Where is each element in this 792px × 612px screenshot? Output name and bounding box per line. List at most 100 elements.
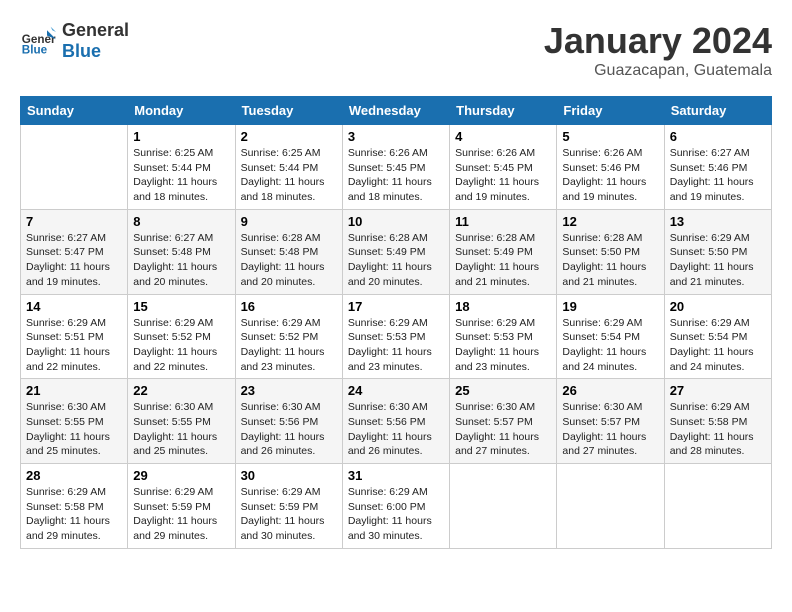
week-row-3: 14Sunrise: 6:29 AM Sunset: 5:51 PM Dayli… (21, 294, 772, 379)
calendar-cell: 4 Sunrise: 6:26 AM Sunset: 5:45 PM Daylig… (450, 125, 557, 210)
calendar-cell: 9 Sunrise: 6:28 AM Sunset: 5:48 PM Daylig… (235, 209, 342, 294)
day-number: 26 (562, 383, 658, 398)
day-info: Sunrise: 6:29 AM Sunset: 5:52 PM Dayligh… (133, 316, 229, 375)
page-header: General Blue General Blue January 2024 G… (20, 20, 772, 80)
day-number: 6 (670, 129, 766, 144)
day-info: Sunrise: 6:29 AM Sunset: 5:53 PM Dayligh… (455, 316, 551, 375)
calendar-cell (450, 464, 557, 549)
day-number: 8 (133, 214, 229, 229)
day-number: 19 (562, 299, 658, 314)
day-number: 23 (241, 383, 337, 398)
day-info: Sunrise: 6:29 AM Sunset: 5:59 PM Dayligh… (241, 485, 337, 544)
day-info: Sunrise: 6:30 AM Sunset: 5:57 PM Dayligh… (562, 400, 658, 459)
day-info: Sunrise: 6:28 AM Sunset: 5:50 PM Dayligh… (562, 231, 658, 290)
calendar-cell: 18 Sunrise: 6:29 AM Sunset: 5:53 PM Dayli… (450, 294, 557, 379)
week-row-1: 1 Sunrise: 6:25 AM Sunset: 5:44 PM Daylig… (21, 125, 772, 210)
day-info: Sunrise: 6:26 AM Sunset: 5:45 PM Dayligh… (455, 146, 551, 205)
day-number: 2 (241, 129, 337, 144)
calendar-cell: 6 Sunrise: 6:27 AM Sunset: 5:46 PM Daylig… (664, 125, 771, 210)
day-number: 1 (133, 129, 229, 144)
calendar-cell: 11 Sunrise: 6:28 AM Sunset: 5:49 PM Dayli… (450, 209, 557, 294)
logo-general: General (62, 20, 129, 41)
calendar-cell: 14Sunrise: 6:29 AM Sunset: 5:51 PM Dayli… (21, 294, 128, 379)
day-info: Sunrise: 6:29 AM Sunset: 5:52 PM Dayligh… (241, 316, 337, 375)
day-info: Sunrise: 6:29 AM Sunset: 5:59 PM Dayligh… (133, 485, 229, 544)
week-row-4: 21Sunrise: 6:30 AM Sunset: 5:55 PM Dayli… (21, 379, 772, 464)
calendar-cell: 2 Sunrise: 6:25 AM Sunset: 5:44 PM Daylig… (235, 125, 342, 210)
calendar-cell: 21Sunrise: 6:30 AM Sunset: 5:55 PM Dayli… (21, 379, 128, 464)
day-info: Sunrise: 6:29 AM Sunset: 5:54 PM Dayligh… (562, 316, 658, 375)
calendar-cell: 29Sunrise: 6:29 AM Sunset: 5:59 PM Dayli… (128, 464, 235, 549)
day-info: Sunrise: 6:25 AM Sunset: 5:44 PM Dayligh… (241, 146, 337, 205)
calendar-cell: 28Sunrise: 6:29 AM Sunset: 5:58 PM Dayli… (21, 464, 128, 549)
calendar-cell: 13 Sunrise: 6:29 AM Sunset: 5:50 PM Dayli… (664, 209, 771, 294)
day-info: Sunrise: 6:29 AM Sunset: 5:50 PM Dayligh… (670, 231, 766, 290)
calendar-table: SundayMondayTuesdayWednesdayThursdayFrid… (20, 96, 772, 549)
day-info: Sunrise: 6:26 AM Sunset: 5:46 PM Dayligh… (562, 146, 658, 205)
day-number: 11 (455, 214, 551, 229)
calendar-cell: 7Sunrise: 6:27 AM Sunset: 5:47 PM Daylig… (21, 209, 128, 294)
day-info: Sunrise: 6:30 AM Sunset: 5:56 PM Dayligh… (348, 400, 444, 459)
day-info: Sunrise: 6:29 AM Sunset: 6:00 PM Dayligh… (348, 485, 444, 544)
calendar-cell: 23 Sunrise: 6:30 AM Sunset: 5:56 PM Dayli… (235, 379, 342, 464)
day-number: 12 (562, 214, 658, 229)
calendar-cell: 22 Sunrise: 6:30 AM Sunset: 5:55 PM Dayli… (128, 379, 235, 464)
day-header-wednesday: Wednesday (342, 97, 449, 125)
calendar-cell: 10Sunrise: 6:28 AM Sunset: 5:49 PM Dayli… (342, 209, 449, 294)
title-area: January 2024 Guazacapan, Guatemala (544, 20, 772, 80)
logo-icon: General Blue (20, 23, 56, 59)
day-info: Sunrise: 6:29 AM Sunset: 5:54 PM Dayligh… (670, 316, 766, 375)
day-number: 4 (455, 129, 551, 144)
day-number: 13 (670, 214, 766, 229)
calendar-cell (557, 464, 664, 549)
day-info: Sunrise: 6:29 AM Sunset: 5:51 PM Dayligh… (26, 316, 122, 375)
day-number: 15 (133, 299, 229, 314)
calendar-cell: 20 Sunrise: 6:29 AM Sunset: 5:54 PM Dayli… (664, 294, 771, 379)
day-number: 22 (133, 383, 229, 398)
calendar-cell: 26 Sunrise: 6:30 AM Sunset: 5:57 PM Dayli… (557, 379, 664, 464)
calendar-cell: 8Sunrise: 6:27 AM Sunset: 5:48 PM Daylig… (128, 209, 235, 294)
day-header-saturday: Saturday (664, 97, 771, 125)
day-info: Sunrise: 6:28 AM Sunset: 5:49 PM Dayligh… (455, 231, 551, 290)
day-info: Sunrise: 6:30 AM Sunset: 5:56 PM Dayligh… (241, 400, 337, 459)
month-title: January 2024 (544, 20, 772, 62)
calendar-cell: 1 Sunrise: 6:25 AM Sunset: 5:44 PM Daylig… (128, 125, 235, 210)
day-info: Sunrise: 6:29 AM Sunset: 5:58 PM Dayligh… (26, 485, 122, 544)
calendar-cell: 24 Sunrise: 6:30 AM Sunset: 5:56 PM Dayli… (342, 379, 449, 464)
day-header-friday: Friday (557, 97, 664, 125)
day-number: 18 (455, 299, 551, 314)
day-info: Sunrise: 6:30 AM Sunset: 5:57 PM Dayligh… (455, 400, 551, 459)
day-info: Sunrise: 6:25 AM Sunset: 5:44 PM Dayligh… (133, 146, 229, 205)
calendar-cell (21, 125, 128, 210)
calendar-cell: 5 Sunrise: 6:26 AM Sunset: 5:46 PM Daylig… (557, 125, 664, 210)
day-number: 9 (241, 214, 337, 229)
day-info: Sunrise: 6:28 AM Sunset: 5:49 PM Dayligh… (348, 231, 444, 290)
day-info: Sunrise: 6:30 AM Sunset: 5:55 PM Dayligh… (26, 400, 122, 459)
day-number: 17 (348, 299, 444, 314)
day-number: 3 (348, 129, 444, 144)
day-header-sunday: Sunday (21, 97, 128, 125)
logo-blue: Blue (62, 41, 129, 62)
calendar-cell: 12 Sunrise: 6:28 AM Sunset: 5:50 PM Dayli… (557, 209, 664, 294)
week-row-5: 28Sunrise: 6:29 AM Sunset: 5:58 PM Dayli… (21, 464, 772, 549)
day-number: 24 (348, 383, 444, 398)
calendar-cell: 30 Sunrise: 6:29 AM Sunset: 5:59 PM Dayli… (235, 464, 342, 549)
calendar-cell: 27Sunrise: 6:29 AM Sunset: 5:58 PM Dayli… (664, 379, 771, 464)
day-header-thursday: Thursday (450, 97, 557, 125)
calendar-cell (664, 464, 771, 549)
day-number: 30 (241, 468, 337, 483)
day-number: 20 (670, 299, 766, 314)
day-info: Sunrise: 6:29 AM Sunset: 5:53 PM Dayligh… (348, 316, 444, 375)
day-info: Sunrise: 6:30 AM Sunset: 5:55 PM Dayligh… (133, 400, 229, 459)
calendar-cell: 19 Sunrise: 6:29 AM Sunset: 5:54 PM Dayli… (557, 294, 664, 379)
day-info: Sunrise: 6:27 AM Sunset: 5:46 PM Dayligh… (670, 146, 766, 205)
day-number: 5 (562, 129, 658, 144)
day-info: Sunrise: 6:28 AM Sunset: 5:48 PM Dayligh… (241, 231, 337, 290)
calendar-cell: 15 Sunrise: 6:29 AM Sunset: 5:52 PM Dayli… (128, 294, 235, 379)
calendar-cell: 3 Sunrise: 6:26 AM Sunset: 5:45 PM Daylig… (342, 125, 449, 210)
days-header-row: SundayMondayTuesdayWednesdayThursdayFrid… (21, 97, 772, 125)
day-number: 7 (26, 214, 122, 229)
calendar-cell: 31Sunrise: 6:29 AM Sunset: 6:00 PM Dayli… (342, 464, 449, 549)
day-info: Sunrise: 6:26 AM Sunset: 5:45 PM Dayligh… (348, 146, 444, 205)
day-header-monday: Monday (128, 97, 235, 125)
